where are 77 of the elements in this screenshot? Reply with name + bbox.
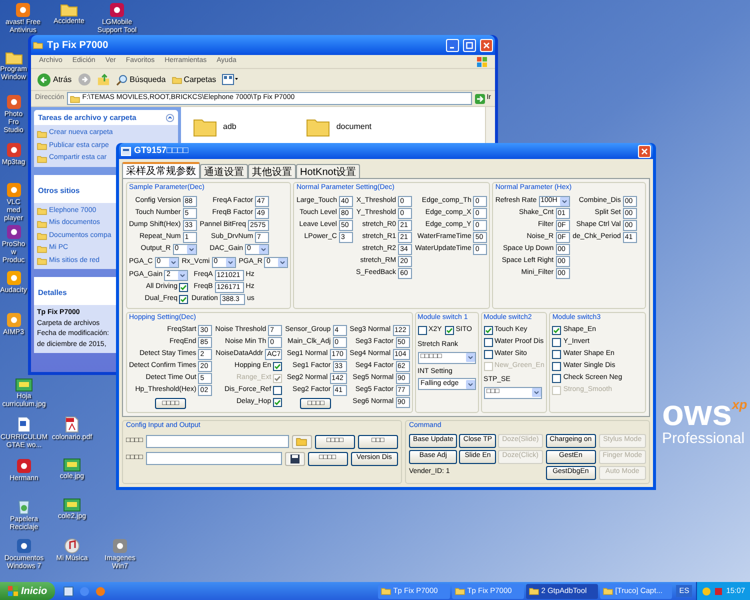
minimize-button[interactable] [446,38,459,52]
file-name[interactable]: document [336,121,372,133]
folder-icon [381,587,392,595]
logo-text: ows [662,395,732,431]
window-title: Tp Fix P7000 [47,38,110,52]
maximize-button[interactable] [463,38,476,52]
icon-button[interactable] [284,452,305,466]
image-file-icon [63,458,81,472]
folder-icon [296,437,308,446]
folder-icon [603,587,614,595]
collapse-icon [166,114,174,122]
checkbox[interactable] [484,338,493,347]
checkbox[interactable] [444,326,454,335]
tab[interactable]: 其他设置 [248,164,296,178]
logo-mark: xp [732,396,748,414]
maximize-icon [466,42,473,48]
go-arrow-icon [474,94,485,104]
tab[interactable]: 通道设置 [200,164,248,178]
caret-icon [278,258,288,266]
checkbox[interactable] [552,362,562,371]
caret-icon [560,196,569,206]
file-name[interactable]: adb [223,121,236,133]
folder-icon [193,117,217,137]
checkbox[interactable] [273,398,282,407]
caret-icon [259,244,268,254]
recycle-bin-icon [17,498,31,515]
caret-icon [466,353,475,362]
checkbox[interactable] [179,282,188,292]
views-icon [222,74,238,85]
folder-icon [306,117,330,137]
window-title: GT9157□□□□ [134,144,190,158]
search-button[interactable]: Búsqueda [116,74,166,86]
caret-icon [186,244,196,254]
windows-flag-icon [8,586,18,596]
close-icon [483,42,490,48]
folder-icon [172,76,182,84]
tab[interactable]: HotKnot设置 [296,164,360,178]
up-folder-icon [96,73,110,86]
close-button[interactable] [638,144,651,158]
input-field[interactable] [146,452,282,465]
caret-icon [168,258,178,266]
folder-icon [4,50,22,65]
folder-icon [33,41,43,49]
checkbox[interactable] [273,362,282,371]
checkbox[interactable] [179,294,188,304]
search-icon [116,74,128,86]
folder-icon [60,2,78,17]
checkbox[interactable] [552,338,562,347]
image-file-icon [15,378,33,392]
close-icon [641,148,648,154]
checkbox[interactable] [484,350,493,359]
quick-launch-icon[interactable] [63,586,74,596]
input-field[interactable] [146,435,289,448]
pdf-file-icon [65,416,79,433]
logo-edition: Professional [662,431,745,446]
folders-button[interactable]: Carpetas [172,74,216,86]
windows-flag-icon [477,56,487,66]
close-button[interactable] [480,38,493,52]
document-icon [17,416,31,433]
image-file-icon [63,498,81,512]
caret-icon [466,380,475,388]
checkbox[interactable] [552,326,562,335]
back-button[interactable]: Atrás [37,72,72,86]
tab[interactable]: 采样及常规参数 [122,162,200,178]
checkbox[interactable] [552,350,562,359]
caret-icon [226,258,235,266]
folder-icon [70,94,80,102]
checkbox[interactable] [273,386,282,395]
checkbox[interactable] [484,326,493,335]
checkbox[interactable] [552,374,562,383]
folder-icon [455,587,466,595]
caret-icon [532,388,541,397]
music-icon [64,538,80,554]
app-icon [121,146,131,156]
caret-icon [178,270,188,280]
checkbox[interactable] [418,326,427,335]
folder-icon [529,587,540,595]
